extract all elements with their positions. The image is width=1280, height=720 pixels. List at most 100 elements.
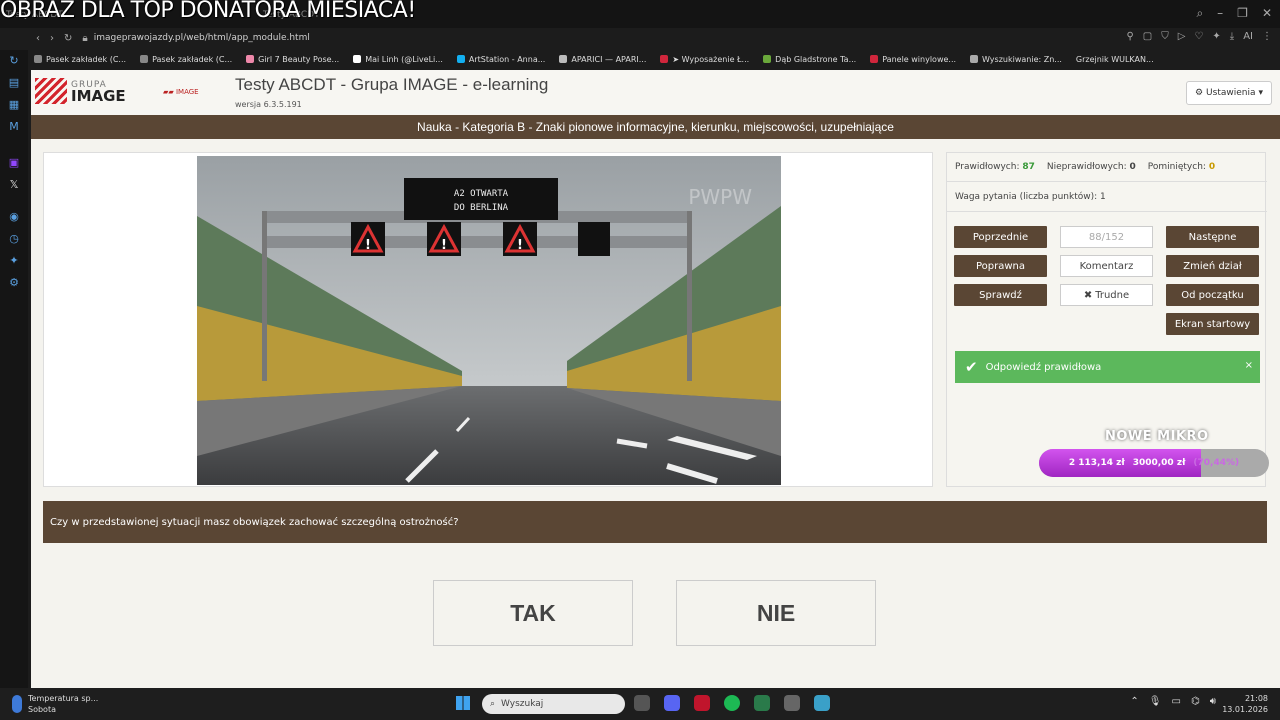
warning-sign-icon: ! [427, 222, 461, 256]
change-section-button[interactable]: Zmień dział [1166, 255, 1259, 277]
bookmark[interactable]: Grzejnik WULKAN... [1076, 55, 1154, 64]
question-image-panel: A2 OTWARTA DO BERLINA ! ! ! PWPW [43, 152, 933, 487]
watermark: PWPW [688, 185, 752, 209]
network-icon[interactable]: ⌬ [1191, 696, 1200, 707]
snapshot-icon[interactable]: ▢ [1143, 31, 1152, 42]
navigation-buttons: ‹ › ↻ 🔒︎ [36, 33, 88, 44]
globe-icon[interactable] [814, 695, 830, 711]
highway-scene: A2 OTWARTA DO BERLINA ! ! ! PWPW [197, 156, 781, 485]
play-icon[interactable]: ▷ [1178, 31, 1186, 42]
weather-widget[interactable]: Temperatura sp... Sobota [12, 693, 98, 715]
difficult-button[interactable]: ✖ Trudne [1060, 284, 1153, 306]
success-alert: ✔ Odpowiedź prawidłowa × [955, 351, 1260, 383]
answer-yes-button[interactable]: TAK [433, 580, 633, 646]
mail-icon[interactable]: M [7, 120, 21, 134]
taskbar-search-label: Wyszukaj [501, 699, 544, 709]
caret-down-icon: ▾ [1258, 88, 1264, 98]
x-icon[interactable]: 𝕏 [7, 178, 21, 192]
reload-icon[interactable]: ↻ [64, 33, 72, 44]
refresh-icon[interactable]: ↻ [7, 54, 21, 68]
back-icon[interactable]: ‹ [36, 33, 40, 44]
grupa-image-logo[interactable]: GRUPA IMAGE [35, 78, 126, 104]
bookmark[interactable]: Mai Linh (@LiveLi... [353, 55, 443, 64]
download-icon[interactable]: ⤓ [1230, 31, 1234, 42]
bookmark[interactable]: Dąb Gladstrone Ta... [763, 55, 856, 64]
warning-sign-icon: ! [503, 222, 537, 256]
twitch-icon[interactable]: ▣ [7, 156, 21, 170]
bookmark[interactable]: Pasek zakładek (C... [140, 55, 232, 64]
menu-icon[interactable]: ⋮ [1262, 31, 1272, 42]
lock-icon: 🔒︎ [82, 32, 88, 44]
site-icon [660, 55, 669, 63]
bookmark-label: ArtStation - Anna... [468, 54, 546, 64]
folder-icon [34, 55, 42, 63]
question-text: Czy w przedstawionej sytuacji masz obowi… [43, 501, 1267, 543]
bookmark-label: Mai Linh (@LiveLi... [365, 54, 443, 64]
start-screen-button[interactable]: Ekran startowy [1166, 313, 1259, 335]
microphone-icon[interactable]: 🎙︎ [1149, 696, 1162, 707]
previous-button[interactable]: Poprzednie [954, 226, 1047, 248]
search-icon[interactable]: ⌕ [1196, 6, 1203, 21]
stat-skipped-value: 0 [1208, 162, 1216, 172]
clock-time: 21:08 [1244, 694, 1268, 703]
bookmark-label: Pasek zakładek (C... [46, 54, 127, 64]
answer-no-button[interactable]: NIE [676, 580, 876, 646]
alert-text: Odpowiedź prawidłowa [985, 361, 1102, 373]
site-icon [246, 55, 255, 63]
bookmark[interactable]: APARICI — APARI... [559, 55, 646, 64]
settings-button[interactable]: ⚙ Ustawienia ▾ [1186, 81, 1272, 105]
stat-incorrect-label: Nieprawidłowych: [1046, 162, 1127, 172]
bookmarks-bar: Pasek zakładek (C... Pasek zakładek (C..… [28, 50, 1280, 68]
forward-icon[interactable]: › [50, 33, 54, 44]
artstation-icon [456, 55, 465, 63]
bookmark[interactable]: Girl 7 Beauty Pose... [246, 55, 339, 64]
history-icon[interactable]: ◷ [7, 232, 21, 246]
minimize-icon[interactable]: – [1217, 6, 1223, 21]
comment-button[interactable]: Komentarz [1060, 255, 1153, 277]
correct-answer-button[interactable]: Poprawna [954, 255, 1047, 277]
taskbar-search[interactable]: ⌕ Wyszukaj [482, 694, 625, 714]
layers-icon[interactable]: ▦ [7, 98, 21, 112]
file-explorer-icon[interactable] [634, 695, 650, 711]
ai-icon[interactable]: AI [1243, 31, 1253, 42]
stat-incorrect-value: 0 [1129, 162, 1136, 172]
shield-icon[interactable]: ⛉ [1161, 31, 1169, 42]
bookmark-label: ➤ Wyposażenie Ł... [672, 54, 750, 64]
windows-taskbar: Temperatura sp... Sobota ⌕ Wyszukaj ⌃ 🎙︎… [0, 688, 1280, 720]
close-icon[interactable]: × [1245, 360, 1253, 371]
bookmark[interactable]: ArtStation - Anna... [456, 54, 546, 64]
url-field[interactable]: imageprawojazdy.pl/web/html/app_module.h… [94, 33, 310, 43]
heart-icon[interactable]: ♡ [1194, 31, 1203, 42]
extensions-icon[interactable]: ✦ [7, 254, 21, 268]
taskbar-clock[interactable]: 21:08 13.01.2026 [1222, 693, 1268, 715]
chevron-up-icon[interactable]: ⌃ [1130, 696, 1138, 707]
pin-icon[interactable]: ⚲ [1126, 31, 1133, 42]
check-button[interactable]: Sprawdź [954, 284, 1047, 306]
volume-icon[interactable]: 🔊︎ [1210, 696, 1216, 707]
maximize-icon[interactable]: ❐ [1237, 6, 1248, 21]
search-icon [970, 55, 979, 63]
excel-icon[interactable] [754, 695, 770, 711]
bookmark[interactable]: Pasek zakładek (C... [34, 55, 126, 64]
address-bar-icons: ⚲ ▢ ⛉ ▷ ♡ ✦ ⤓ AI ⋮ [1126, 31, 1272, 42]
next-button[interactable]: Następne [1166, 226, 1259, 248]
spotify-icon[interactable] [724, 695, 740, 711]
donation-goal: 3000,00 zł [1132, 458, 1186, 468]
bookmark[interactable]: Panele winylowe... [870, 55, 956, 64]
player-icon[interactable]: ◉ [7, 210, 21, 224]
bookmark[interactable]: Wyszukiwanie: Zn... [970, 55, 1062, 64]
close-icon[interactable]: ✕ [1262, 6, 1272, 21]
monitor-icon[interactable]: ▭ [1172, 696, 1181, 707]
bookmark[interactable]: ➤ Wyposażenie Ł... [660, 55, 749, 64]
from-start-button[interactable]: Od początku [1166, 284, 1259, 306]
folder-icon [140, 55, 149, 63]
windows-start-icon[interactable] [456, 696, 470, 710]
extensions-icon[interactable]: ✦ [1212, 31, 1220, 42]
discord-icon[interactable] [664, 695, 680, 711]
opera-gx-icon[interactable] [694, 695, 710, 711]
settings-icon[interactable]: ⚙ [7, 276, 21, 290]
logo-image: IMAGE [71, 87, 126, 105]
archive-icon[interactable]: ▤ [7, 76, 21, 90]
clock-date: 13.01.2026 [1222, 705, 1268, 714]
steam-icon[interactable] [784, 695, 800, 711]
